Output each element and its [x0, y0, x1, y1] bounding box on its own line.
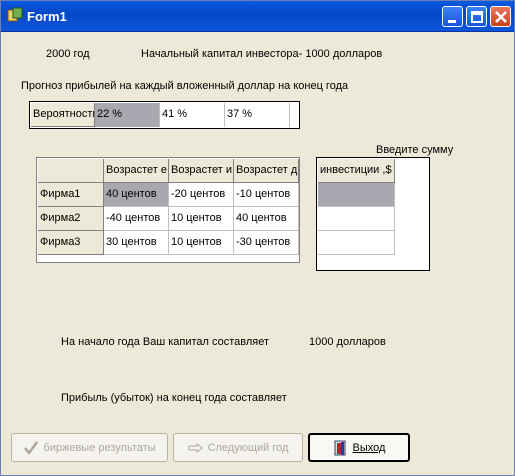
start-capital-value: 1000 долларов — [309, 336, 386, 348]
results-button[interactable]: биржевые результаты — [11, 433, 168, 462]
pointing-hand-icon — [188, 442, 203, 453]
forecast-label: Прогноз прибылей на каждый вложенный дол… — [21, 80, 349, 92]
probability-grid[interactable]: Вероятности 22 % 41 % 37 % — [29, 101, 300, 129]
year-label: 2000 год — [46, 48, 90, 60]
investment-cell[interactable] — [318, 207, 395, 231]
exit-button-label: Выход — [352, 441, 386, 454]
grid-cell[interactable]: -30 центов — [234, 231, 299, 255]
profit-label: Прибыль (убыток) на конец года составляе… — [61, 392, 287, 404]
column-header: Возрастет д — [234, 159, 299, 183]
close-icon — [495, 11, 507, 23]
probability-label-cell: Вероятности — [31, 103, 95, 127]
column-header: Возрастет е — [104, 159, 169, 183]
grid-cell[interactable]: 10 центов — [169, 207, 234, 231]
grid-cell[interactable]: 40 центов — [104, 183, 169, 207]
next-year-button-label: Следующий год — [207, 441, 289, 454]
forecast-grid[interactable]: Возрастет е Возрастет и Возрастет д Фирм… — [36, 157, 300, 263]
probability-cell[interactable]: 41 % — [160, 103, 225, 127]
probability-cell[interactable]: 22 % — [95, 103, 160, 127]
investment-cell[interactable] — [318, 183, 395, 207]
capital-label: Начальный капитал инвестора- 1000 доллар… — [141, 48, 383, 60]
grid-cell[interactable]: 10 центов — [169, 231, 234, 255]
maximize-icon — [471, 11, 483, 23]
grid-cell[interactable]: 30 центов — [104, 231, 169, 255]
close-button[interactable] — [490, 6, 511, 27]
window-title: Form1 — [27, 9, 67, 24]
investment-cell[interactable] — [318, 231, 395, 255]
start-capital-label: На начало года Ваш капитал составляет — [61, 336, 270, 348]
column-header: Возрастет и — [169, 159, 234, 183]
app-icon — [7, 7, 23, 22]
results-button-label: биржевые результаты — [43, 441, 156, 454]
exit-door-icon — [334, 440, 346, 455]
exit-button[interactable]: Выход — [308, 433, 410, 462]
grid-cell[interactable]: -10 центов — [234, 183, 299, 207]
grid-cell[interactable]: 40 центов — [234, 207, 299, 231]
main-window: Form1 2000 год Начальный капитал инвесто… — [0, 0, 515, 476]
investment-grid[interactable]: инвестиции ,$ — [316, 157, 430, 271]
minimize-icon — [448, 20, 456, 23]
grid-corner-cell — [38, 159, 104, 183]
investment-header: инвестиции ,$ — [318, 159, 395, 183]
title-bar[interactable]: Form1 — [1, 1, 514, 32]
row-header: Фирма3 — [38, 231, 104, 255]
maximize-button[interactable] — [466, 6, 487, 27]
invest-prompt-label: Введите сумму — [376, 144, 454, 156]
probability-cell[interactable]: 37 % — [225, 103, 290, 127]
grid-cell[interactable]: -20 центов — [169, 183, 234, 207]
minimize-button[interactable] — [442, 6, 463, 27]
row-header: Фирма1 — [38, 183, 104, 207]
checkmark-icon — [24, 440, 39, 455]
grid-cell[interactable]: -40 центов — [104, 207, 169, 231]
next-year-button[interactable]: Следующий год — [173, 433, 303, 462]
row-header: Фирма2 — [38, 207, 104, 231]
